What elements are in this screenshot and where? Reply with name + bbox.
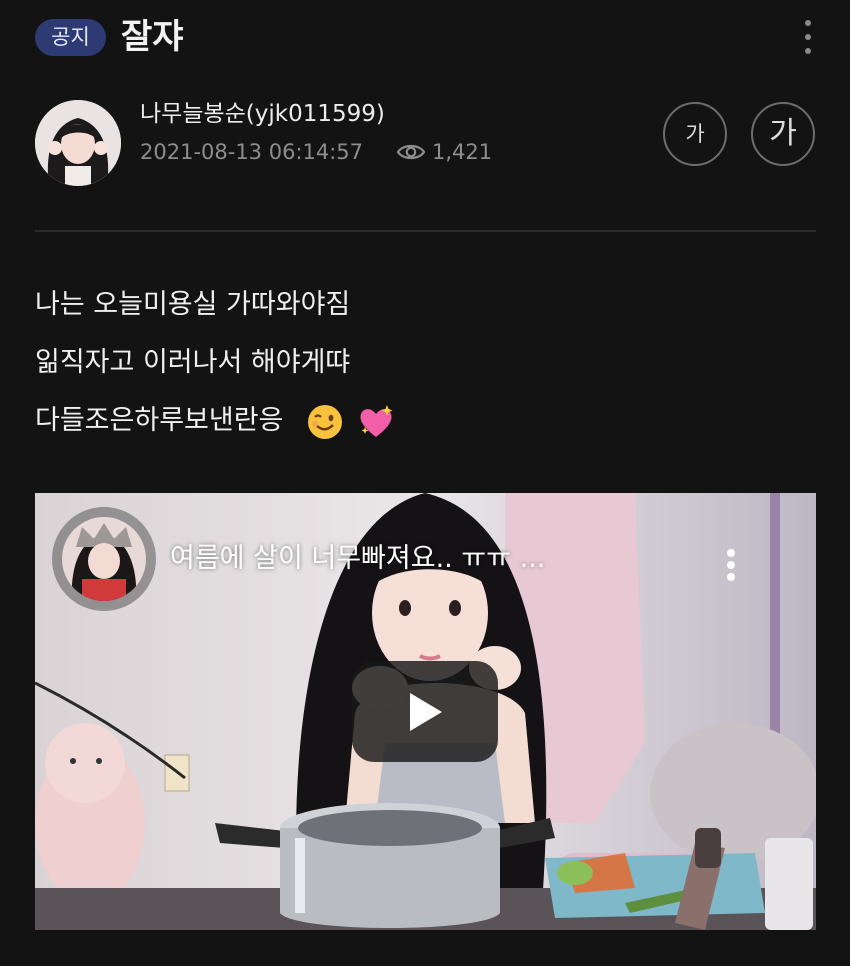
winking-face-icon xyxy=(308,404,342,439)
post-line-text: 다들조은하루보낸란응 xyxy=(35,405,284,436)
eye-icon xyxy=(396,144,426,160)
post-line: 나는 오늘미용실 가따와야짐 xyxy=(35,289,351,320)
post-line: 읾직자고 이러나서 해야게땨 xyxy=(35,347,351,378)
post-title: 잘쟈 xyxy=(121,17,184,57)
play-icon xyxy=(410,693,442,731)
video-embed[interactable]: 여름에 살이 너무빠져요.. ㅠㅠ ... xyxy=(35,493,816,930)
divider xyxy=(35,230,816,232)
post-datetime: 2021-08-13 06:14:57 xyxy=(140,140,364,164)
video-more-options-icon[interactable] xyxy=(723,545,739,585)
video-title[interactable]: 여름에 살이 너무빠져요.. ㅠㅠ ... xyxy=(170,535,545,583)
font-size-decrease-button[interactable]: 가 xyxy=(663,102,727,166)
more-options-icon[interactable] xyxy=(799,18,817,56)
view-count: 1,421 xyxy=(432,140,493,164)
post-line: 다들조은하루보낸란응 xyxy=(35,392,395,450)
author-avatar[interactable] xyxy=(35,100,121,186)
font-size-increase-button[interactable]: 가 xyxy=(751,102,815,166)
post-body: 나는 오늘미용실 가따와야짐 읾직자고 이러나서 해야게땨 다들조은하루보낸란응 xyxy=(35,276,395,450)
author-name[interactable]: 나무늘봉순(yjk011599) xyxy=(140,96,385,132)
play-button[interactable] xyxy=(352,661,498,762)
sparkling-heart-icon xyxy=(360,404,393,437)
channel-avatar[interactable] xyxy=(52,507,156,611)
notice-badge: 공지 xyxy=(35,19,106,56)
post-header: 공지 잘쟈 xyxy=(0,0,850,80)
